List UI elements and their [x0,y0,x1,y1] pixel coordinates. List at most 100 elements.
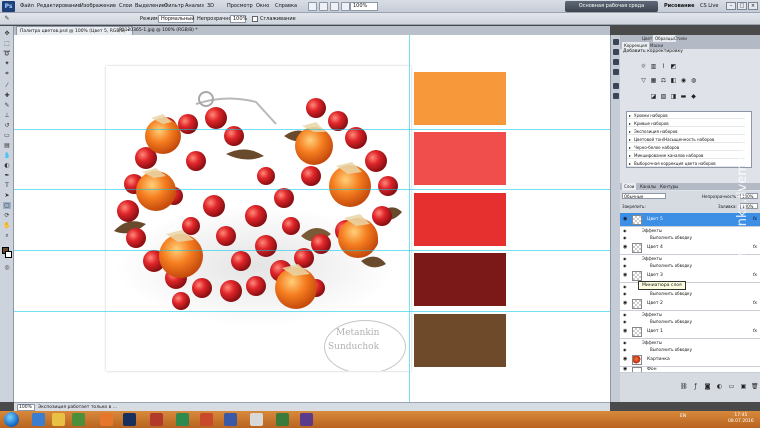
tab-adjustments[interactable]: Коррекция [622,42,649,49]
visibility-eye-icon[interactable]: ◉ [623,234,627,241]
magic-wand-icon[interactable]: ✦ [3,60,11,67]
visibility-eye-icon[interactable]: ◉ [623,311,627,318]
layer-thumbnail[interactable] [632,327,642,337]
new-layer-icon[interactable]: ▣ [740,383,747,390]
photoshop-taskbar-icon[interactable] [123,413,136,426]
minibridge-icon[interactable] [319,2,328,11]
status-zoom-field[interactable]: 100% [17,404,35,411]
clone-stamp-icon[interactable]: ⊥ [3,112,11,119]
workspace-button[interactable]: Основная рабочая среда [565,1,658,12]
fx-icon[interactable]: fx [753,329,757,334]
preset-hue-saturation[interactable]: Цветовой тон/Насыщенность наборов [627,136,745,143]
preset-channel-mixer[interactable]: Микширование каналов наборов [627,152,745,159]
eraser-icon[interactable]: ▭ [3,132,11,139]
app-icon[interactable] [300,413,313,426]
trash-icon[interactable]: 🗑 [751,383,759,390]
opacity-field[interactable]: 100% [230,15,247,23]
character-panel-icon[interactable] [613,83,619,89]
layer-thumbnail[interactable] [632,243,642,253]
drawing-workspace-label[interactable]: Рисование [664,3,694,9]
invert-icon[interactable]: ◪ [650,93,657,100]
move-tool-icon[interactable]: ✥ [3,30,11,37]
stroke-effect-row[interactable]: ◉ Выполнить обводку [620,262,760,269]
fx-add-icon[interactable]: ƒ [692,383,699,390]
menu-analysis[interactable]: Анализ [185,3,204,9]
tab-photo-jpg[interactable]: P1120365-1.jpg @ 100% (RGB/8) * [116,26,201,35]
hand-tool-icon[interactable]: ✋ [3,222,11,229]
visibility-eye-icon[interactable]: ◉ [623,255,627,262]
menu-image[interactable]: Изображение [80,3,116,9]
visibility-eye-icon[interactable]: ◉ [623,357,627,362]
layer-row[interactable]: ◉ Цвет 1 fx [620,325,760,339]
hand-icon[interactable] [330,2,339,11]
3d-rotate-icon[interactable]: ⟳ [3,212,11,219]
layer-row[interactable]: ◉ Картинка [620,353,760,367]
fx-icon[interactable]: fx [753,301,757,306]
cs-live-link[interactable]: CS Live [700,3,718,9]
tab-masks[interactable]: Маски [648,42,665,49]
menu-view[interactable]: Просмотр [227,3,253,9]
link-icon[interactable]: ⛓ [680,383,688,390]
stroke-effect-row[interactable]: ◉ Выполнить обводку [620,318,760,325]
fx-icon[interactable]: fx [753,217,757,222]
visibility-eye-icon[interactable]: ◉ [623,318,627,325]
dodge-icon[interactable]: ◐ [3,162,11,169]
layer-thumbnail[interactable] [632,299,642,309]
preset-exposure[interactable]: Экспозиция наборов [627,128,745,135]
eyedropper-icon[interactable]: ⁄ [3,82,11,89]
threshold-icon[interactable]: ◨ [670,93,677,100]
smoothing-checkbox[interactable] [252,16,258,22]
guide-line[interactable] [14,250,610,251]
visibility-eye-icon[interactable]: ◉ [623,227,627,234]
zoom-icon[interactable] [341,2,350,11]
menu-help[interactable]: Справка [275,3,297,9]
start-button[interactable] [4,412,19,427]
brush-panel-icon[interactable] [613,59,619,65]
clone-panel-icon[interactable] [613,69,619,75]
channel-mixer-icon[interactable]: ◍ [690,77,697,84]
marquee-tool-icon[interactable]: ⬚ [3,40,11,47]
ie-icon[interactable] [32,413,45,426]
pen-icon[interactable]: ✒ [3,172,11,179]
curves-icon[interactable]: ⌇ [660,63,667,70]
photoshop-logo-icon[interactable]: Ps [2,1,15,12]
menu-filter[interactable]: Фильтр [164,3,184,9]
blend-mode-select[interactable]: Обычные [622,193,666,199]
black-white-icon[interactable]: ◧ [670,77,677,84]
path-select-icon[interactable]: ➤ [3,192,11,199]
app-icon[interactable] [224,413,237,426]
visibility-eye-icon[interactable]: ◉ [623,262,627,269]
preset-curves[interactable]: Кривые наборов [627,120,745,127]
visibility-eye-icon[interactable]: ◉ [623,217,627,222]
minimize-icon[interactable]: – [726,2,736,10]
visibility-eye-icon[interactable]: ◉ [623,346,627,353]
lasso-tool-icon[interactable]: ➰ [3,50,11,57]
crop-tool-icon[interactable]: ⌗ [3,70,11,77]
hue-saturation-icon[interactable]: ▦ [650,77,657,84]
stroke-effect-row[interactable]: ◉ Выполнить обводку [620,290,760,297]
brush-icon[interactable]: ✎ [3,102,11,109]
gradient-map-icon[interactable]: ▬ [680,93,687,100]
mask-icon[interactable]: ◙ [704,383,711,390]
guide-line[interactable] [14,189,610,190]
preset-black-white[interactable]: Черно-белое наборов [627,144,745,151]
vibrance-icon[interactable]: ▽ [640,77,647,84]
media-icon[interactable] [72,413,85,426]
paragraph-panel-icon[interactable] [613,93,619,99]
selective-color-icon[interactable]: ◆ [690,93,697,100]
folder-icon[interactable]: ▭ [728,383,735,390]
actions-panel-icon[interactable] [613,49,619,55]
tab-styles[interactable]: Стили [672,35,689,42]
exposure-icon[interactable]: ◩ [670,63,677,70]
fx-icon[interactable]: fx [753,273,757,278]
type-tool-icon[interactable]: T [3,182,11,189]
visibility-eye-icon[interactable]: ◉ [623,283,627,290]
app-icon[interactable] [250,413,263,426]
menu-file[interactable]: Файл [20,3,34,9]
tab-paths[interactable]: Контуры [658,183,680,190]
history-brush-icon[interactable]: ↺ [3,122,11,129]
menu-window[interactable]: Окно [256,3,269,9]
levels-icon[interactable]: ▥ [650,63,657,70]
effects-row[interactable]: ◉ Эффекты [620,311,760,318]
app-icon[interactable] [200,413,213,426]
